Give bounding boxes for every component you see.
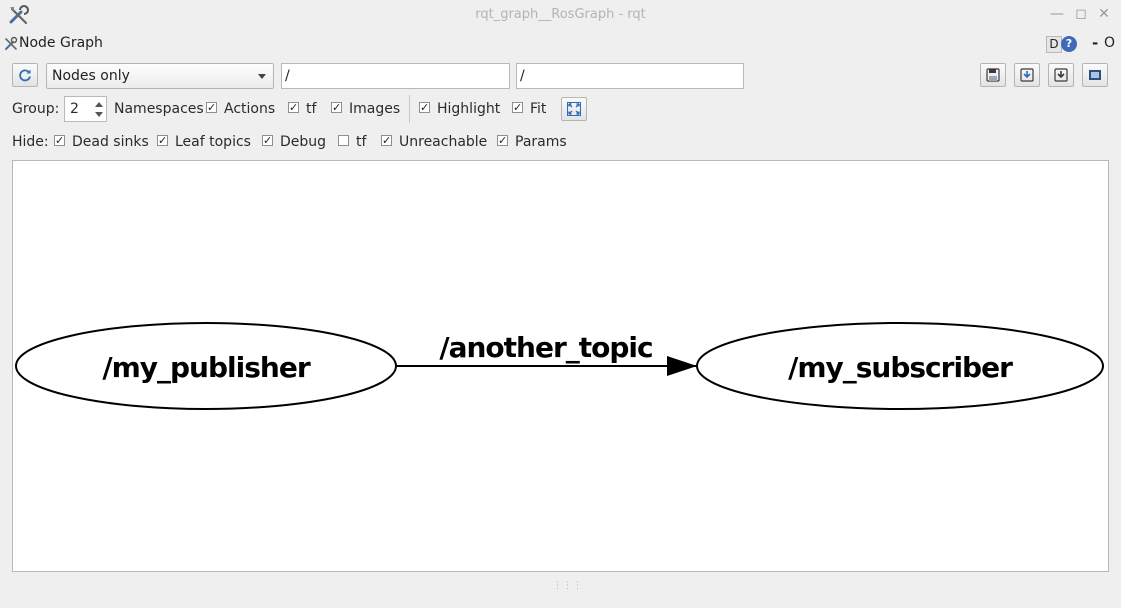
fit-label: Fit <box>530 101 547 117</box>
dock-d-button[interactable]: D <box>1046 36 1062 53</box>
params-checkbox[interactable]: ✓ <box>497 135 508 146</box>
graph-node-subscriber[interactable]: /my_subscriber <box>696 322 1104 410</box>
dock-minimize-button[interactable]: - <box>1092 34 1098 52</box>
highlight-checkbox[interactable]: ✓ <box>419 102 430 113</box>
spin-up-icon[interactable] <box>95 102 103 107</box>
resize-grip[interactable]: ⋮⋮⋮ <box>553 581 583 591</box>
graph-node-publisher[interactable]: /my_publisher <box>15 322 397 410</box>
tf-checkbox[interactable]: ✓ <box>288 102 299 113</box>
graph-mode-select[interactable]: Nodes only <box>46 63 274 89</box>
spin-down-icon[interactable] <box>95 112 103 117</box>
load-dot-icon <box>986 68 1000 82</box>
toolbar-separator <box>409 95 410 123</box>
namespaces-checkbox[interactable]: ✓ <box>206 102 217 113</box>
debug-checkbox[interactable]: ✓ <box>262 135 273 146</box>
params-label: Params <box>515 134 567 150</box>
save-image-icon <box>1089 70 1101 80</box>
leaf-topics-checkbox[interactable]: ✓ <box>157 135 168 146</box>
window-title: rqt_graph__RosGraph - rqt <box>475 7 646 22</box>
actions-label: Actions <box>224 101 276 117</box>
tf-label: tf <box>306 101 317 117</box>
dead-sinks-checkbox[interactable]: ✓ <box>54 135 65 146</box>
node-filter-input[interactable] <box>281 63 510 89</box>
maximize-icon[interactable]: ◻ <box>1074 7 1088 21</box>
graph-edge-another-topic[interactable]: /another_topic <box>396 331 697 376</box>
group-spinbox[interactable]: 2 <box>64 96 107 122</box>
fit-in-view-button[interactable] <box>561 97 587 121</box>
minimize-icon[interactable]: — <box>1050 7 1064 21</box>
graph-view: /my_publisher /my_subscriber /another_to… <box>15 322 1104 410</box>
save-svg-icon <box>1054 68 1068 82</box>
refresh-button[interactable] <box>12 63 38 87</box>
publisher-node-label: /my_publisher <box>102 351 310 384</box>
dock-title: Node Graph <box>19 35 103 51</box>
tools-icon <box>5 36 18 50</box>
chevron-down-icon <box>258 74 266 79</box>
hide-tf-checkbox[interactable] <box>338 135 349 146</box>
unreachable-label: Unreachable <box>399 134 488 150</box>
dock-close-button[interactable]: O <box>1104 35 1115 51</box>
topic-edge-label: /another_topic <box>439 331 652 364</box>
subscriber-node-label: /my_subscriber <box>788 351 1013 384</box>
save-dot-button[interactable] <box>1014 63 1040 87</box>
unreachable-checkbox[interactable]: ✓ <box>381 135 392 146</box>
load-dot-button[interactable] <box>980 63 1006 87</box>
group-label: Group: <box>12 101 60 117</box>
graph-canvas[interactable]: /my_publisher /my_subscriber /another_to… <box>12 160 1109 572</box>
title-bar: rqt_graph__RosGraph - rqt — ◻ ✕ <box>0 0 1121 30</box>
hide-tf-label: tf <box>356 134 367 150</box>
save-image-button[interactable] <box>1082 63 1108 87</box>
save-dot-icon <box>1020 68 1034 82</box>
refresh-icon <box>19 69 31 82</box>
help-icon[interactable]: ? <box>1061 36 1077 52</box>
dead-sinks-label: Dead sinks <box>72 134 149 150</box>
namespaces-label: Namespaces <box>114 101 204 117</box>
close-icon[interactable]: ✕ <box>1097 7 1111 21</box>
images-checkbox[interactable]: ✓ <box>331 102 342 113</box>
images-label: Images <box>349 101 401 117</box>
highlight-label: Highlight <box>437 101 501 117</box>
leaf-topics-label: Leaf topics <box>175 134 251 150</box>
debug-label: Debug <box>280 134 327 150</box>
fit-in-view-icon <box>567 102 581 116</box>
fit-checkbox[interactable]: ✓ <box>512 102 523 113</box>
save-svg-button[interactable] <box>1048 63 1074 87</box>
topic-filter-input[interactable] <box>516 63 744 89</box>
group-value: 2 <box>70 101 79 117</box>
graph-mode-value: Nodes only <box>52 68 130 84</box>
hide-label: Hide: <box>12 134 49 150</box>
